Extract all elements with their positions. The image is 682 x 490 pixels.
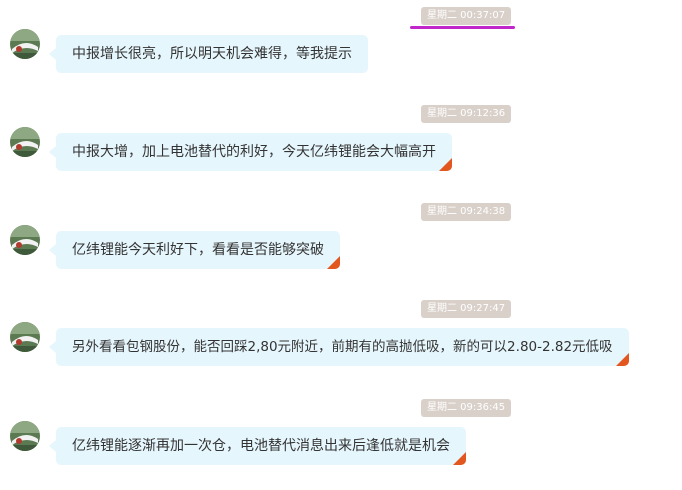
highlight-underline	[410, 26, 515, 29]
message-2: 星期二 09:12:36 中报大增，加上电池替代的利好，今天亿纬锂能会大幅高开	[0, 98, 682, 196]
user-avatar-icon[interactable]	[10, 127, 40, 157]
user-avatar-icon[interactable]	[10, 29, 40, 59]
message-bubble[interactable]: 亿纬锂能逐渐再加一次仓，电池替代消息出来后逢低就是机会	[49, 427, 466, 465]
message-timestamp: 星期二 09:27:47	[421, 300, 512, 318]
message-bubble[interactable]: 中报增长很亮，所以明天机会难得，等我提示	[49, 35, 368, 73]
message-1: 星期二 00:37:07 中报增长很亮，所以明天机会难得，等我提示	[0, 0, 682, 98]
flag-corner-icon	[615, 353, 629, 366]
message-4: 星期二 09:27:47 另外看看包钢股份，能否回踩2,80元附近，前期有的高抛…	[0, 293, 682, 391]
message-text: 中报增长很亮，所以明天机会难得，等我提示	[72, 46, 352, 62]
message-text: 中报大增，加上电池替代的利好，今天亿纬锂能会大幅高开	[72, 144, 436, 160]
user-avatar-icon[interactable]	[10, 225, 40, 255]
message-timestamp: 星期二 09:36:45	[421, 399, 512, 417]
message-bubble[interactable]: 另外看看包钢股份，能否回踩2,80元附近，前期有的高抛低吸，新的可以2.80-2…	[49, 328, 629, 366]
flag-corner-icon	[439, 158, 452, 171]
flag-corner-icon	[453, 452, 466, 465]
user-avatar-icon[interactable]	[10, 322, 40, 352]
message-text: 亿纬锂能今天利好下，看看是否能够突破	[72, 242, 324, 258]
message-timestamp: 星期二 09:12:36	[421, 105, 512, 123]
user-avatar-icon[interactable]	[10, 421, 40, 451]
message-text: 另外看看包钢股份，能否回踩2,80元附近，前期有的高抛低吸，新的可以2.80-2…	[72, 339, 613, 355]
message-timestamp: 星期二 09:24:38	[421, 203, 512, 221]
message-bubble[interactable]: 亿纬锂能今天利好下，看看是否能够突破	[49, 231, 340, 269]
message-5: 星期二 09:36:45 亿纬锂能逐渐再加一次仓，电池替代消息出来后逢低就是机会	[0, 392, 682, 490]
message-bubble[interactable]: 中报大增，加上电池替代的利好，今天亿纬锂能会大幅高开	[49, 133, 452, 171]
flag-corner-icon	[327, 256, 340, 269]
message-3: 星期二 09:24:38 亿纬锂能今天利好下，看看是否能够突破	[0, 196, 682, 294]
message-timestamp: 星期二 00:37:07	[421, 7, 512, 25]
message-text: 亿纬锂能逐渐再加一次仓，电池替代消息出来后逢低就是机会	[72, 438, 450, 454]
